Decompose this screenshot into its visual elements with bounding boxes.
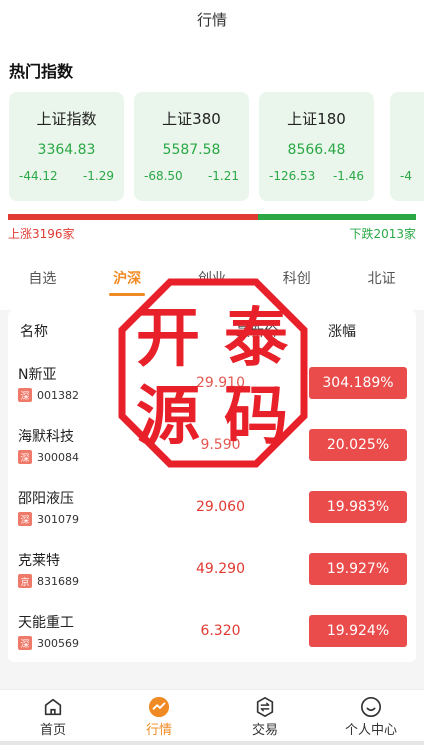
nav-label: 个人中心: [344, 723, 397, 738]
tab-beijing[interactable]: 北证: [339, 268, 424, 296]
tab-watchlist[interactable]: 自选: [0, 268, 85, 296]
index-value: 8566.48: [287, 142, 346, 158]
stock-info: 海默科技 深 300084: [8, 426, 158, 464]
stock-list: 名称 最新价 涨幅 N新亚 深 001382 29.910 304.189% 海…: [8, 310, 416, 662]
stock-code: 300569: [37, 636, 79, 650]
index-card[interactable]: -4: [390, 92, 424, 201]
tab-shanghai-shenzhen[interactable]: 沪深: [85, 268, 170, 296]
latest-price: 29.910: [196, 375, 245, 391]
table-row[interactable]: 海默科技 深 300084 9.590 20.025%: [8, 414, 416, 476]
nav-home[interactable]: 首页: [0, 690, 106, 745]
table-row[interactable]: 邵阳液压 深 301079 29.060 19.983%: [8, 476, 416, 538]
market-badge: 深: [18, 388, 32, 402]
breadth-up-segment: [8, 214, 259, 220]
change-percent-badge: 19.927%: [309, 553, 407, 585]
breadth-down-segment: [258, 214, 416, 220]
change-percent-badge: 19.924%: [309, 615, 407, 647]
header-name[interactable]: 名称: [8, 321, 158, 341]
index-value: 5587.58: [162, 142, 221, 158]
chart-icon: [148, 696, 170, 718]
stock-name: N新亚: [18, 367, 57, 383]
exchange-icon: [256, 697, 274, 717]
table-header: 名称 最新价 涨幅: [8, 310, 416, 352]
index-change: -126.53: [269, 169, 316, 183]
index-percent: -1.29: [82, 169, 114, 183]
bottom-nav: 首页 行情 交易 个人中心: [0, 689, 424, 745]
market-badge: 深: [18, 450, 32, 464]
index-change: -44.12: [19, 169, 58, 183]
change-percent-badge: 20.025%: [309, 429, 407, 461]
code-line: 深 001382: [18, 388, 158, 402]
stock-name: 海默科技: [18, 429, 74, 445]
latest-price: 29.060: [196, 499, 245, 515]
page-title: 行情: [196, 10, 227, 29]
down-count-label: 下跌2013家: [349, 227, 416, 241]
market-badge: 深: [18, 636, 32, 650]
code-line: 深 301079: [18, 512, 158, 526]
index-name: 上证指数: [36, 110, 97, 128]
header-percent[interactable]: 涨幅: [278, 321, 416, 341]
home-icon: [44, 698, 62, 716]
stock-code: 301079: [37, 512, 79, 526]
change-percent-badge: 304.189%: [309, 367, 407, 399]
nav-label: 交易: [251, 723, 278, 738]
latest-price: 49.290: [196, 561, 245, 577]
stock-list-wrapper: 名称 最新价 涨幅 N新亚 深 001382 29.910 304.189% 海…: [0, 310, 424, 662]
code-line: 京 831689: [18, 574, 158, 588]
table-row[interactable]: 克莱特 京 831689 49.290 19.927%: [8, 538, 416, 600]
index-value: 3364.83: [37, 142, 96, 158]
table-row[interactable]: N新亚 深 001382 29.910 304.189%: [8, 352, 416, 414]
up-count-label: 上涨3196家: [8, 227, 75, 241]
index-card[interactable]: 上证指数 3364.83 -44.12 -1.29: [9, 92, 124, 201]
code-line: 深 300569: [18, 636, 158, 650]
stock-name: 克莱特: [18, 553, 60, 569]
table-row[interactable]: 天能重工 深 300569 6.320 19.924%: [8, 600, 416, 662]
code-line: 深 300084: [18, 450, 158, 464]
index-name: 上证180: [287, 110, 346, 128]
section-title: 热门指数: [9, 62, 74, 81]
nav-label: 行情: [145, 723, 172, 738]
index-card-list: 上证指数 3364.83 -44.12 -1.29 上证380 5587.58 …: [9, 92, 424, 202]
index-percent: -1.46: [332, 169, 364, 183]
latest-price: 9.590: [200, 437, 241, 453]
nav-trade[interactable]: 交易: [212, 690, 318, 745]
index-card[interactable]: 上证180 8566.48 -126.53 -1.46: [259, 92, 374, 201]
hot-indices-section: 热门指数 上证指数 3364.83 -44.12 -1.29 上证380 558…: [0, 38, 424, 250]
breadth-labels: 上涨3196家 下跌2013家: [0, 220, 424, 242]
stock-code: 831689: [37, 574, 79, 588]
market-badge: 京: [18, 574, 32, 588]
stock-code: 300084: [37, 450, 79, 464]
stock-info: 天能重工 深 300569: [8, 612, 158, 650]
stock-info: N新亚 深 001382: [8, 364, 158, 402]
index-percent: -1.21: [207, 169, 239, 183]
nav-market[interactable]: 行情: [106, 690, 212, 745]
stock-name: 邵阳液压: [18, 491, 74, 507]
stock-code: 001382: [37, 388, 79, 402]
stock-info: 邵阳液压 深 301079: [8, 488, 158, 526]
stock-info: 克莱特 京 831689: [8, 550, 158, 588]
stock-name: 天能重工: [18, 615, 74, 631]
index-name: 上证380: [162, 110, 221, 128]
tab-star-market[interactable]: 科创: [254, 268, 339, 296]
header-price[interactable]: 最新价: [158, 321, 278, 341]
index-card[interactable]: 上证380 5587.58 -68.50 -1.21: [134, 92, 249, 201]
change-percent-badge: 19.983%: [309, 491, 407, 523]
tab-chinext[interactable]: 创业: [170, 268, 255, 296]
market-badge: 深: [18, 512, 32, 526]
profile-icon: [361, 697, 381, 717]
market-tabs: 自选 沪深 创业 科创 北证: [0, 250, 424, 310]
latest-price: 6.320: [200, 623, 241, 639]
home-indicator-strip: [0, 741, 424, 745]
nav-profile[interactable]: 个人中心: [318, 690, 424, 745]
index-change: -68.50: [144, 169, 183, 183]
index-change: -4: [400, 169, 412, 183]
top-bar: 行情: [0, 0, 424, 38]
nav-label: 首页: [39, 723, 66, 738]
market-breadth-bar: [8, 214, 416, 220]
